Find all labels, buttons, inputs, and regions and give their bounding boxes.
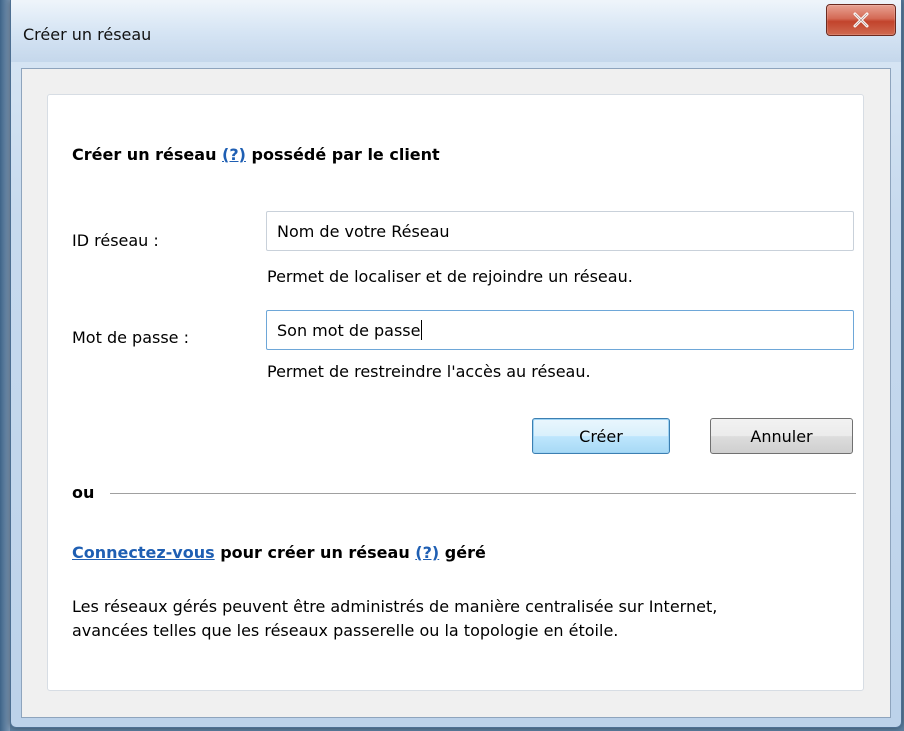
content-panel: Créer un réseau (?) possédé par le clien…	[47, 94, 864, 691]
network-id-value: Nom de votre Réseau	[277, 221, 450, 241]
password-value: Son mot de passe	[277, 320, 421, 340]
title-bar[interactable]: Créer un réseau	[11, 0, 901, 62]
password-label: Mot de passe :	[72, 328, 189, 347]
window-title: Créer un réseau	[23, 25, 152, 44]
text-caret	[421, 320, 423, 340]
network-id-label: ID réseau :	[72, 231, 159, 250]
managed-heading-suffix: géré	[444, 543, 486, 562]
close-button[interactable]	[826, 4, 896, 36]
managed-help-link[interactable]: (?)	[415, 543, 439, 562]
create-network-dialog: Créer un réseau Créer un réseau (?) poss…	[10, 0, 902, 728]
close-icon	[853, 12, 869, 28]
managed-description-line-2: avancées telles que les réseaux passerel…	[72, 621, 619, 640]
owned-network-heading: Créer un réseau (?) possédé par le clien…	[72, 145, 440, 164]
dialog-client-area: Créer un réseau (?) possédé par le clien…	[21, 68, 891, 718]
owned-help-link[interactable]: (?)	[222, 145, 246, 164]
password-hint: Permet de restreindre l'accès au réseau.	[267, 362, 591, 381]
owned-heading-suffix: possédé par le client	[251, 145, 440, 164]
managed-description-line-1: Les réseaux gérés peuvent être administr…	[72, 597, 718, 616]
cancel-button[interactable]: Annuler	[710, 418, 853, 454]
managed-network-heading: Connectez-vous pour créer un réseau (?) …	[72, 543, 486, 562]
network-id-input[interactable]: Nom de votre Réseau	[266, 211, 854, 251]
create-button[interactable]: Créer	[532, 418, 670, 454]
desktop-background	[0, 0, 10, 731]
password-input[interactable]: Son mot de passe	[266, 310, 854, 350]
login-link[interactable]: Connectez-vous	[72, 543, 215, 562]
or-separator-label: ou	[72, 483, 95, 502]
network-id-hint: Permet de localiser et de rejoindre un r…	[267, 267, 633, 286]
owned-heading-text: Créer un réseau	[72, 145, 217, 164]
separator-line	[110, 493, 856, 494]
managed-heading-text: pour créer un réseau	[220, 543, 410, 562]
